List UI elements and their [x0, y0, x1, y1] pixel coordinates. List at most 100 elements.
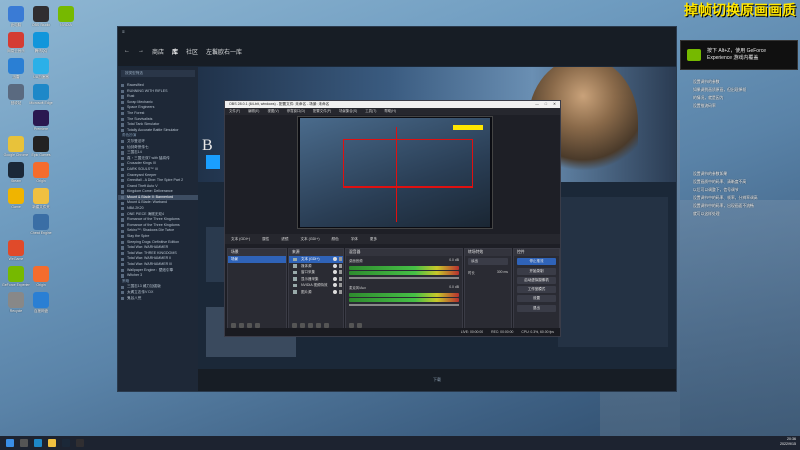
desktop-icon[interactable]: 迅雷 [2, 58, 30, 79]
obs-menu-item[interactable]: 工具(T) [365, 108, 376, 115]
desktop-icon[interactable]: NVIDIA [52, 6, 80, 27]
steam-icon[interactable] [62, 439, 70, 447]
control-button[interactable]: 启动虚拟摄像机 [517, 276, 556, 284]
transition-select[interactable]: 淡出 [468, 258, 508, 266]
desktop-icon[interactable]: GeForce Experience [2, 266, 30, 287]
desktop-icon[interactable]: OBS Studio [27, 6, 55, 27]
play-button[interactable] [206, 155, 220, 169]
obs-menu-item[interactable]: 停靠窗口(D) [287, 108, 305, 115]
eye-icon[interactable] [333, 257, 337, 262]
desktop-icon[interactable]: 网易云音乐 [2, 32, 30, 53]
obs-menu-item[interactable]: 场景集合(S) [339, 108, 357, 115]
desktop-icon[interactable]: 百度网盘 [27, 292, 55, 313]
duration-value[interactable]: 300 ms [497, 270, 508, 275]
maximize-icon[interactable]: □ [545, 101, 547, 108]
desktop-icon[interactable]: Recycle [2, 292, 30, 313]
source-toolbar-item[interactable]: 更多 [370, 234, 377, 244]
selected-source-box[interactable] [343, 139, 473, 187]
control-button[interactable]: 退出 [517, 304, 556, 312]
desktop-icon[interactable]: UU加速器 [27, 58, 55, 79]
lock-icon[interactable] [339, 257, 342, 262]
nav-community[interactable]: 社区 [186, 47, 198, 56]
desktop-icon[interactable]: Origin [27, 266, 55, 287]
control-button[interactable]: 开始录制 [517, 267, 556, 275]
control-button[interactable]: 设置 [517, 295, 556, 303]
add-icon[interactable] [231, 322, 236, 328]
lock-icon[interactable] [339, 276, 342, 281]
folder-icon[interactable] [48, 439, 56, 447]
obs-window[interactable]: OBS 28.0.1 (64-bit, windows) - 配置文件: 未命名… [224, 100, 561, 337]
volume-slider[interactable] [349, 304, 459, 306]
desktop-icon[interactable]: Origin [27, 162, 55, 183]
gear-icon[interactable] [308, 322, 313, 328]
close-icon[interactable]: ✕ [553, 101, 556, 108]
clock[interactable]: 20:36 2022/9/15 [780, 437, 796, 447]
up-icon[interactable] [247, 322, 252, 328]
down-icon[interactable] [255, 322, 260, 328]
gear-icon[interactable] [349, 322, 354, 328]
lock-icon[interactable] [339, 283, 342, 288]
desktop-icon[interactable]: WeGame [2, 240, 30, 261]
desktop-icon[interactable]: 此电脑 [2, 6, 30, 27]
source-toolbar-item[interactable]: 文本 (GDI+) [300, 234, 319, 244]
control-button[interactable]: 停止推流 [517, 258, 556, 266]
desktop-icon[interactable]: Cheat Engine [27, 214, 55, 235]
source-toolbar-item[interactable]: 滤镜 [281, 234, 288, 244]
lock-icon[interactable] [339, 263, 342, 268]
source-toolbar-item[interactable]: 颜色 [332, 234, 339, 244]
search-icon[interactable] [20, 439, 28, 447]
desktop-icon[interactable]: Google Chrome [2, 136, 30, 157]
obs-menu-item[interactable]: 帮助(H) [384, 108, 396, 115]
scene-item[interactable]: 场景 [228, 256, 286, 263]
minimize-icon[interactable]: — [535, 101, 539, 108]
download-bar[interactable]: 下载 [198, 369, 676, 391]
steam-titlebar[interactable]: ≡ [118, 27, 676, 36]
source-toolbar-item[interactable]: 文本 (GDI+) [231, 234, 250, 244]
library-filter[interactable]: 按类型筛选 [121, 70, 195, 77]
edge-icon[interactable] [34, 439, 42, 447]
add-icon[interactable] [292, 322, 297, 328]
eye-icon[interactable] [333, 276, 337, 281]
obs-menu-item[interactable]: 配置文件(P) [313, 108, 331, 115]
eye-icon[interactable] [333, 263, 337, 268]
library-item[interactable]: 鬼谷八荒 [118, 296, 198, 302]
obs-preview[interactable] [297, 116, 493, 229]
eye-icon[interactable] [333, 283, 337, 288]
obs-menu-item[interactable]: 视图(V) [267, 108, 278, 115]
remove-icon[interactable] [300, 322, 305, 328]
eye-icon[interactable] [333, 270, 337, 275]
obs-menu-item[interactable]: 编辑(E) [248, 108, 259, 115]
obs-titlebar[interactable]: OBS 28.0.1 (64-bit, windows) - 配置文件: 未命名… [225, 101, 560, 108]
lock-icon[interactable] [339, 289, 342, 294]
up-icon[interactable] [316, 322, 321, 328]
source-toolbar-item[interactable]: 属性 [262, 234, 269, 244]
forward-icon[interactable]: → [138, 48, 144, 54]
desktop-icon[interactable]: Game [2, 188, 30, 209]
desktop-icon[interactable]: 回收站 [2, 84, 30, 105]
desktop-icon[interactable]: 新建文件夹 [27, 188, 55, 209]
obs-icon[interactable] [76, 439, 84, 447]
source-label: 媒体源 [301, 263, 312, 268]
desktop-icon[interactable]: Epic Games [27, 136, 55, 157]
source-toolbar-item[interactable]: 字体 [351, 234, 358, 244]
back-icon[interactable]: ← [124, 48, 130, 54]
nav-store[interactable]: 商店 [152, 47, 164, 56]
desktop-icon[interactable]: Microsoft Edge [27, 84, 55, 105]
desktop-icon[interactable]: 腾讯QQ [27, 32, 55, 53]
start-icon[interactable] [6, 439, 14, 447]
volume-slider[interactable] [349, 277, 459, 279]
source-item[interactable]: 图片源 [289, 289, 343, 296]
control-button[interactable]: 工作室模式 [517, 286, 556, 294]
remove-icon[interactable] [239, 322, 244, 328]
down-icon[interactable] [324, 322, 329, 328]
nav-username[interactable]: 左鬟欧右一库 [206, 47, 242, 56]
steam-menu[interactable]: ≡ [122, 29, 125, 34]
lock-icon[interactable] [339, 270, 342, 275]
controls-title: 控件 [514, 249, 559, 256]
eye-icon[interactable] [333, 289, 337, 294]
more-icon[interactable] [357, 322, 362, 328]
desktop-icon[interactable]: Premiere [27, 110, 55, 131]
obs-menu-item[interactable]: 文件(F) [229, 108, 240, 115]
nav-library[interactable]: 库 [172, 47, 178, 56]
desktop-icon[interactable]: Steam [2, 162, 30, 183]
